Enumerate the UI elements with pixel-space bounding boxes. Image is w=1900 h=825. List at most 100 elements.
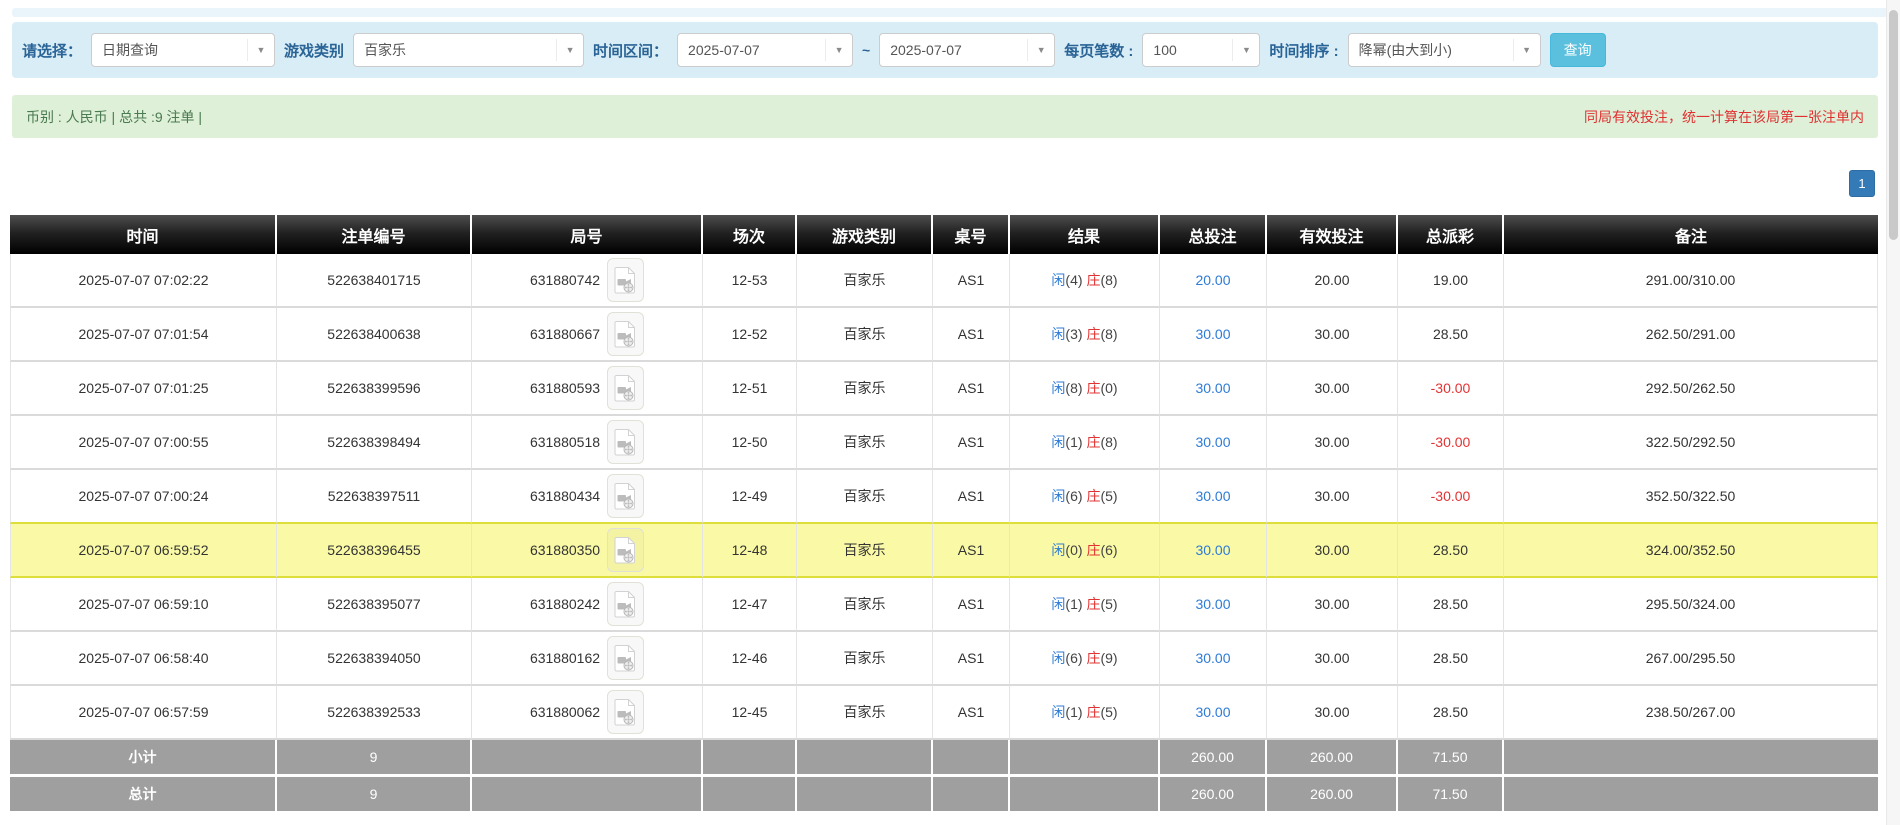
result-banker-label: 庄 — [1086, 542, 1101, 558]
result-banker-points: (6) — [1100, 542, 1118, 558]
video-file-glyph — [614, 321, 636, 348]
game-type-cell: 百家乐 — [797, 686, 933, 740]
video-icon[interactable] — [607, 528, 645, 572]
result-banker-points: (8) — [1100, 326, 1118, 342]
table-row[interactable]: 2025-07-07 06:57:59 522638392533 631880062… — [10, 686, 1878, 740]
note-cell: 295.50/324.00 — [1504, 578, 1878, 632]
round-id-cell: 631880434 — [472, 470, 703, 524]
page-size-select[interactable]: 100 ▼ — [1142, 33, 1261, 67]
result-player-points: (6) — [1065, 488, 1083, 504]
page-1-button[interactable]: 1 — [1849, 170, 1875, 197]
video-file-glyph — [614, 645, 636, 672]
video-file-glyph — [614, 267, 636, 294]
scrollbar-thumb[interactable] — [1889, 10, 1898, 240]
footer-valid-bet: 260.00 — [1267, 777, 1398, 814]
result-banker-label: 庄 — [1086, 434, 1101, 450]
footer-empty — [472, 777, 703, 814]
table-row[interactable]: 2025-07-07 06:59:10 522638395077 631880242… — [10, 578, 1878, 632]
table-no-cell: AS1 — [933, 524, 1010, 578]
note-cell: 292.50/262.50 — [1504, 362, 1878, 416]
result-player-label: 闲 — [1051, 380, 1066, 396]
valid-bet-cell: 30.00 — [1267, 632, 1398, 686]
time-cell: 2025-07-07 07:00:24 — [10, 470, 277, 524]
total-bet-link[interactable]: 30.00 — [1195, 596, 1230, 612]
date-to-select[interactable]: 2025-07-07 ▼ — [879, 33, 1056, 67]
query-button[interactable]: 查询 — [1549, 33, 1606, 67]
total-row: 总计 9 260.00 260.00 71.50 — [10, 777, 1878, 814]
table-row[interactable]: 2025-07-07 06:59:52 522638396455 631880350… — [10, 524, 1878, 578]
footer-valid-bet: 260.00 — [1267, 740, 1398, 777]
total-bet-link[interactable]: 30.00 — [1195, 380, 1230, 396]
video-icon[interactable] — [607, 312, 645, 356]
result-cell: 闲(8) 庄(0) — [1010, 362, 1160, 416]
session-cell: 12-48 — [703, 524, 797, 578]
video-icon[interactable] — [607, 366, 645, 410]
game-type-cell: 百家乐 — [797, 632, 933, 686]
table-no-cell: AS1 — [933, 578, 1010, 632]
footer-label: 小计 — [10, 740, 277, 777]
result-banker-label: 庄 — [1086, 326, 1101, 342]
valid-bet-cell: 30.00 — [1267, 416, 1398, 470]
total-bet-link[interactable]: 20.00 — [1195, 272, 1230, 288]
round-id: 631880742 — [529, 272, 601, 288]
total-bet-link[interactable]: 30.00 — [1195, 542, 1230, 558]
session-cell: 12-45 — [703, 686, 797, 740]
table-row[interactable]: 2025-07-07 07:01:54 522638400638 631880667… — [10, 308, 1878, 362]
table-row[interactable]: 2025-07-07 07:00:24 522638397511 631880434… — [10, 470, 1878, 524]
payout-cell: 28.50 — [1398, 308, 1504, 362]
result-cell: 闲(1) 庄(5) — [1010, 686, 1160, 740]
sort-order-select[interactable]: 降幂(由大到小) ▼ — [1347, 33, 1541, 67]
valid-bet-cell: 30.00 — [1267, 524, 1398, 578]
video-icon[interactable] — [607, 420, 645, 464]
total-bet-cell: 30.00 — [1160, 632, 1267, 686]
valid-bet-cell: 30.00 — [1267, 470, 1398, 524]
footer-total-bet: 260.00 — [1160, 740, 1267, 777]
total-bet-link[interactable]: 30.00 — [1195, 488, 1230, 504]
date-from-select[interactable]: 2025-07-07 ▼ — [677, 33, 854, 67]
time-cell: 2025-07-07 06:59:10 — [10, 578, 277, 632]
total-bet-link[interactable]: 30.00 — [1195, 650, 1230, 666]
total-bet-link[interactable]: 30.00 — [1195, 704, 1230, 720]
note-cell: 322.50/292.50 — [1504, 416, 1878, 470]
total-bet-link[interactable]: 30.00 — [1195, 326, 1230, 342]
col-header-3: 局号 — [472, 215, 703, 254]
table-row[interactable]: 2025-07-07 07:00:55 522638398494 631880518… — [10, 416, 1878, 470]
payout-cell: -30.00 — [1398, 416, 1504, 470]
video-icon[interactable] — [607, 636, 645, 680]
time-cell: 2025-07-07 06:58:40 — [10, 632, 277, 686]
payout-cell: 28.50 — [1398, 632, 1504, 686]
scrollbar[interactable] — [1886, 0, 1900, 825]
session-cell: 12-52 — [703, 308, 797, 362]
result-player-points: (8) — [1065, 380, 1083, 396]
table-row[interactable]: 2025-07-07 07:02:22 522638401715 631880742… — [10, 254, 1878, 308]
video-icon[interactable] — [607, 474, 645, 518]
total-bet-link[interactable]: 30.00 — [1195, 434, 1230, 450]
result-player-points: (3) — [1065, 326, 1083, 342]
query-type-value: 日期查询 — [102, 42, 159, 58]
result-banker-label: 庄 — [1086, 704, 1101, 720]
video-file-glyph — [614, 429, 636, 456]
table-footer: 小计 9 260.00 260.00 71.50 总计 9 260.00 260.00 71.50 — [10, 740, 1878, 814]
video-icon[interactable] — [607, 690, 645, 734]
result-cell: 闲(3) 庄(8) — [1010, 308, 1160, 362]
payout-cell: -30.00 — [1398, 362, 1504, 416]
table-row[interactable]: 2025-07-07 06:58:40 522638394050 631880162… — [10, 632, 1878, 686]
result-player-label: 闲 — [1051, 596, 1066, 612]
valid-bet-cell: 20.00 — [1267, 254, 1398, 308]
summary-note: 同局有效投注，统一计算在该局第一张注单内 — [1584, 108, 1864, 125]
total-bet-cell: 30.00 — [1160, 470, 1267, 524]
game-type-select[interactable]: 百家乐 ▼ — [353, 33, 585, 67]
video-icon[interactable] — [607, 582, 645, 626]
col-header-9: 有效投注 — [1267, 215, 1398, 254]
page-size-label: 每页笔数 : — [1064, 42, 1134, 60]
col-header-4: 场次 — [703, 215, 797, 254]
session-cell: 12-49 — [703, 470, 797, 524]
video-icon[interactable] — [607, 258, 645, 302]
table-row[interactable]: 2025-07-07 07:01:25 522638399596 631880593… — [10, 362, 1878, 416]
total-bet-cell: 30.00 — [1160, 524, 1267, 578]
bet-id-cell: 522638397511 — [277, 470, 472, 524]
table-no-cell: AS1 — [933, 470, 1010, 524]
query-type-select[interactable]: 日期查询 ▼ — [91, 33, 276, 67]
summary-bar: 币别 : 人民币 | 总共 :9 注单 | 同局有效投注，统一计算在该局第一张注… — [12, 95, 1878, 138]
result-banker-points: (5) — [1100, 704, 1118, 720]
